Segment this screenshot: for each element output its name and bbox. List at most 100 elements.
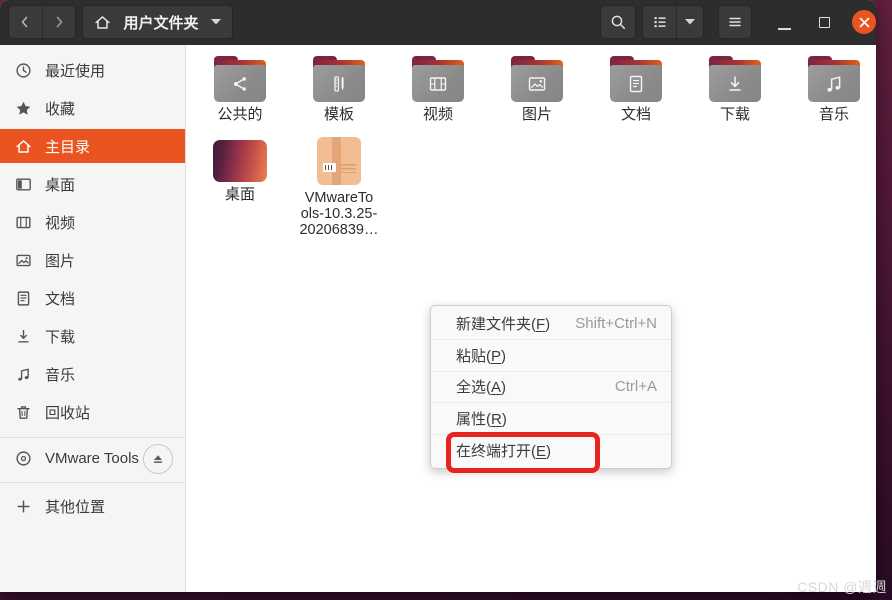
sidebar-item-label: 收藏 [45,100,76,118]
chevron-left-icon [17,14,33,30]
sidebar-item-music[interactable]: 音乐 [0,357,185,391]
sidebar-item-label: 图片 [45,252,76,270]
sidebar-item-label: 最近使用 [45,62,106,80]
sidebar-item-other-locations[interactable]: 其他位置 [0,489,185,523]
folder-downloads[interactable]: 下载 [690,56,780,123]
desktop-background: 用户文件夹 最近使用 收藏 主目录 桌面 视频 图片 文档 下载 音乐 回收站 … [0,0,892,600]
music-icon [823,73,845,95]
file-label: 下载 [719,106,750,123]
file-label: 文档 [620,106,651,123]
list-view-icon [652,14,668,30]
download-icon [724,73,746,95]
home-icon [94,14,111,31]
file-manager-window: 用户文件夹 最近使用 收藏 主目录 桌面 视频 图片 文档 下载 音乐 回收站 … [0,0,876,592]
folder-music[interactable]: 音乐 [789,56,876,123]
file-label: 图片 [521,106,552,123]
desktop-icon [14,175,32,193]
menu-item-label: 在终端打开(E) [456,443,552,461]
trash-icon [14,403,32,421]
close-button[interactable] [852,10,876,34]
minimize-button[interactable] [778,28,791,30]
sidebar-item-starred[interactable]: 收藏 [0,91,185,125]
folder-documents[interactable]: 文档 [591,56,681,123]
folder-desktop[interactable]: 桌面 [195,137,285,203]
close-icon [859,17,870,28]
document-icon [14,289,32,307]
sidebar-item-documents[interactable]: 文档 [0,281,185,315]
image-icon [14,251,32,269]
history-nav-group [8,5,76,39]
sidebar-item-pictures[interactable]: 图片 [0,243,185,277]
plus-icon [14,497,32,515]
sidebar-item-recent[interactable]: 最近使用 [0,53,185,87]
template-icon [329,74,349,94]
sidebar-item-home[interactable]: 主目录 [0,129,185,163]
music-icon [14,365,32,383]
file-label: 音乐 [818,106,849,123]
chevron-right-icon [51,14,67,30]
hamburger-icon [727,14,743,30]
clock-icon [14,61,32,79]
menu-item-label: 新建文件夹(F) [456,315,551,333]
file-label: 公共的 [217,106,263,123]
file-vmware-tools-archive[interactable]: VMwareTo ols-10.3.25- 20206839… [294,137,384,238]
film-icon [14,213,32,231]
menu-item-label: 粘贴(P) [456,347,507,365]
forward-button[interactable] [41,6,76,38]
image-icon [526,73,548,95]
film-icon [427,73,449,95]
disc-icon [14,449,32,467]
sidebar-item-label: 视频 [45,214,76,232]
sidebar-item-videos[interactable]: 视频 [0,205,185,239]
sidebar-item-label: 其他位置 [45,498,106,516]
folder-icon [509,56,565,102]
list-view-button[interactable] [643,6,676,38]
titlebar[interactable]: 用户文件夹 [0,0,876,45]
folder-videos[interactable]: 视频 [393,56,483,123]
sidebar-item-label: 主目录 [45,138,91,156]
folder-pictures[interactable]: 图片 [492,56,582,123]
folder-icon [707,56,763,102]
file-label: 视频 [422,106,453,123]
sidebar-item-label: 音乐 [45,366,76,384]
chevron-down-icon [685,19,696,25]
back-button[interactable] [9,6,42,38]
file-view[interactable]: 公共的 模板 视频 图片 文档 下载 音乐 桌面 VMwareTo ols-10… [187,45,876,592]
package-icon [317,137,361,185]
desktop-folder-icon [213,140,267,182]
context-menu: 新建文件夹(F) Shift+Ctrl+N 粘贴(P) 全选(A) Ctrl+A… [430,305,672,469]
menu-item-new-folder[interactable]: 新建文件夹(F) Shift+Ctrl+N [431,308,671,339]
document-icon [626,74,646,94]
view-options-button[interactable] [676,6,703,38]
sidebar-item-trash[interactable]: 回收站 [0,395,185,429]
eject-button[interactable] [143,444,173,474]
hamburger-menu-button[interactable] [718,5,752,39]
search-icon [610,14,627,31]
view-toggle-group [642,5,704,39]
shortcut-label: Shift+Ctrl+N [575,314,657,332]
folder-icon [608,56,664,102]
folder-public[interactable]: 公共的 [195,56,285,123]
download-icon [14,327,32,345]
folder-templates[interactable]: 模板 [294,56,384,123]
sidebar-item-label: 下载 [45,328,76,346]
menu-item-paste[interactable]: 粘贴(P) [431,338,671,371]
file-label: 桌面 [224,186,255,203]
search-button[interactable] [600,5,636,39]
share-icon [229,73,251,95]
sidebar-item-desktop[interactable]: 桌面 [0,167,185,201]
sidebar-item-vmware-tools[interactable]: VMware Tools [0,441,185,475]
menu-item-label: 属性(R) [456,411,507,429]
file-label: 模板 [323,106,354,123]
folder-icon [212,56,268,102]
sidebar-item-label: 桌面 [45,176,76,194]
menu-item-properties[interactable]: 属性(R) [431,402,671,434]
sidebar-item-downloads[interactable]: 下载 [0,319,185,353]
maximize-button[interactable] [819,17,830,28]
menu-item-select-all[interactable]: 全选(A) Ctrl+A [431,370,671,403]
sidebar: 最近使用 收藏 主目录 桌面 视频 图片 文档 下载 音乐 回收站 VMware… [0,45,186,592]
path-bar-button[interactable]: 用户文件夹 [82,5,233,39]
shortcut-label: Ctrl+A [614,378,657,396]
menu-item-open-in-terminal[interactable]: 在终端打开(E) [431,434,671,466]
sidebar-separator [0,482,184,483]
